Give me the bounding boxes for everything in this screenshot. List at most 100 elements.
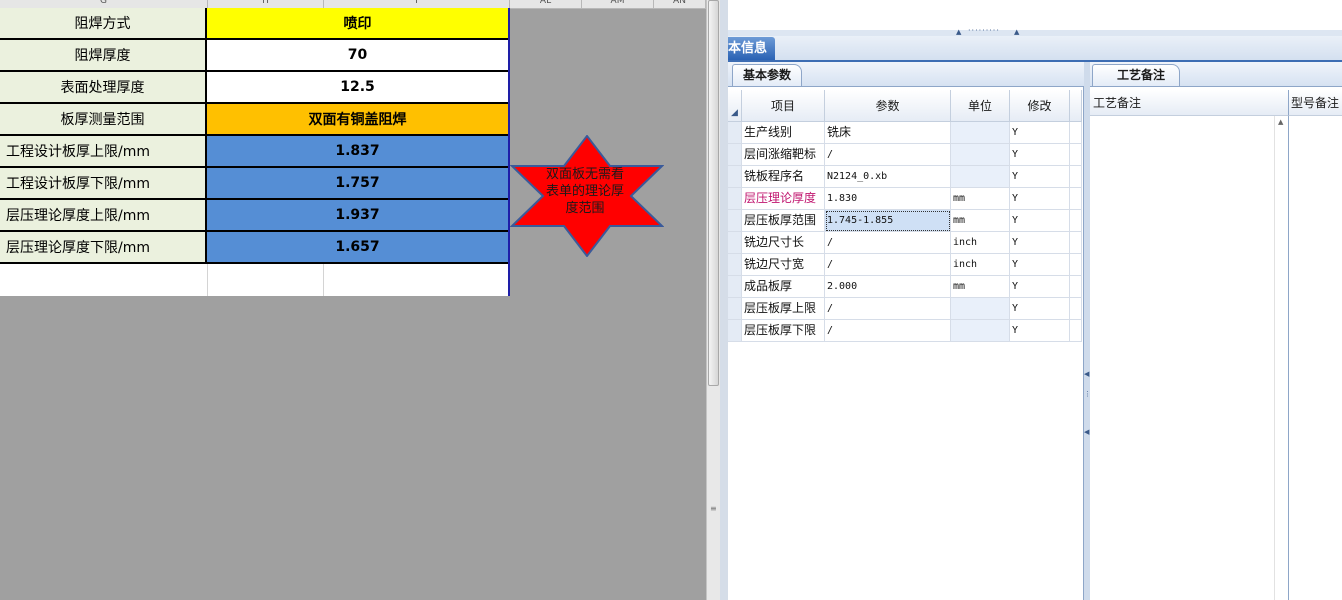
cell-param[interactable]: /: [825, 232, 951, 254]
row-value[interactable]: 1.837: [207, 136, 508, 168]
tab-basic-params[interactable]: 基本参数: [732, 64, 803, 86]
cell-unit[interactable]: [951, 166, 1010, 188]
cell-param[interactable]: /: [825, 254, 951, 276]
table-row[interactable]: 层压板厚上限 / Y: [728, 298, 1082, 320]
row-selector[interactable]: [728, 232, 742, 254]
cell-param-selected[interactable]: 1.745-1.855: [825, 210, 951, 232]
row-selector[interactable]: [728, 320, 742, 342]
column-header-al[interactable]: AL: [510, 0, 582, 8]
scrollbar-thumb[interactable]: [708, 0, 719, 386]
panel-splitter[interactable]: [720, 0, 728, 600]
row-label[interactable]: 层压理论厚度上限/mm: [0, 200, 207, 232]
cell-unit[interactable]: inch: [951, 232, 1010, 254]
cell-param[interactable]: /: [825, 298, 951, 320]
collapse-up-icon[interactable]: ▲: [956, 28, 961, 36]
table-row[interactable]: 层压理论厚度 1.830 mm Y: [728, 188, 1082, 210]
table-row[interactable]: 成品板厚 2.000 mm Y: [728, 276, 1082, 298]
cell-param[interactable]: N2124_0.xb: [825, 166, 951, 188]
collapse-up-icon[interactable]: ▲: [1014, 28, 1019, 36]
column-header-am[interactable]: AM: [582, 0, 654, 8]
process-notes-textarea[interactable]: [1090, 116, 1288, 600]
row-value[interactable]: 70: [207, 40, 508, 72]
table-row[interactable]: 铣板程序名 N2124_0.xb Y: [728, 166, 1082, 188]
vertical-scrollbar[interactable]: ≡: [706, 0, 720, 600]
row-label[interactable]: 层压理论厚度下限/mm: [0, 232, 207, 264]
cell-edit[interactable]: Y: [1010, 254, 1070, 276]
row-selector[interactable]: [728, 276, 742, 298]
cell-unit[interactable]: inch: [951, 254, 1010, 276]
cell-edit[interactable]: Y: [1010, 166, 1070, 188]
table-row[interactable]: 层压板厚范围 1.745-1.855 mm Y: [728, 210, 1082, 232]
row-label[interactable]: 表面处理厚度: [0, 72, 207, 104]
column-header-edit[interactable]: 修改: [1010, 90, 1070, 122]
cell-edit[interactable]: Y: [1010, 276, 1070, 298]
cell-edit[interactable]: Y: [1010, 144, 1070, 166]
column-header-unit[interactable]: 单位: [951, 90, 1010, 122]
cell-unit[interactable]: [951, 122, 1010, 144]
collapse-left-icon[interactable]: ◀: [1084, 428, 1089, 436]
column-header-param[interactable]: 参数: [825, 90, 951, 122]
cell-param[interactable]: 1.830: [825, 188, 951, 210]
row-label[interactable]: 阻焊方式: [0, 8, 207, 40]
cell-item[interactable]: 层压板厚上限: [742, 298, 825, 320]
cell-unit[interactable]: mm: [951, 188, 1010, 210]
cell-item[interactable]: 铣板程序名: [742, 166, 825, 188]
empty-cell[interactable]: [0, 264, 208, 296]
model-notes-textarea[interactable]: [1288, 116, 1342, 600]
cell-edit[interactable]: Y: [1010, 298, 1070, 320]
row-selector[interactable]: [728, 166, 742, 188]
tab-basic-info[interactable]: 本信息: [728, 37, 776, 60]
cell-item[interactable]: 层间涨缩靶标: [742, 144, 825, 166]
cell-item[interactable]: 成品板厚: [742, 276, 825, 298]
column-header-i[interactable]: I: [324, 0, 510, 8]
row-value[interactable]: 12.5: [207, 72, 508, 104]
cell-unit[interactable]: mm: [951, 276, 1010, 298]
column-header-h[interactable]: H: [208, 0, 324, 8]
cell-edit[interactable]: Y: [1010, 122, 1070, 144]
table-row[interactable]: 铣边尺寸长 / inch Y: [728, 232, 1082, 254]
cell-item[interactable]: 层压理论厚度: [742, 188, 825, 210]
table-row[interactable]: 层间涨缩靶标 / Y: [728, 144, 1082, 166]
row-value[interactable]: 喷印: [207, 8, 508, 40]
row-selector[interactable]: [728, 188, 742, 210]
column-header-process-notes[interactable]: 工艺备注: [1090, 90, 1288, 116]
table-row[interactable]: 层压板厚下限 / Y: [728, 320, 1082, 342]
row-label[interactable]: 板厚测量范围: [0, 104, 207, 136]
column-header-g[interactable]: G: [0, 0, 208, 8]
row-label[interactable]: 阻焊厚度: [0, 40, 207, 72]
cell-param[interactable]: /: [825, 320, 951, 342]
cell-unit[interactable]: [951, 144, 1010, 166]
cell-item[interactable]: 铣边尺寸宽: [742, 254, 825, 276]
column-header-model-notes[interactable]: 型号备注: [1288, 90, 1342, 116]
column-header-item[interactable]: 项目: [742, 90, 825, 122]
cell-item[interactable]: 生产线别: [742, 122, 825, 144]
table-row[interactable]: 生产线别 铣床 Y: [728, 122, 1082, 144]
row-label[interactable]: 工程设计板厚下限/mm: [0, 168, 207, 200]
table-row[interactable]: 铣边尺寸宽 / inch Y: [728, 254, 1082, 276]
cell-item[interactable]: 层压板厚下限: [742, 320, 825, 342]
cell-edit[interactable]: Y: [1010, 210, 1070, 232]
row-selector[interactable]: [728, 144, 742, 166]
column-header-an[interactable]: AN: [654, 0, 706, 8]
cell-edit[interactable]: Y: [1010, 188, 1070, 210]
row-value[interactable]: 1.757: [207, 168, 508, 200]
cell-unit[interactable]: [951, 320, 1010, 342]
tab-process-notes[interactable]: 工艺备注: [1092, 64, 1181, 86]
row-value[interactable]: 1.937: [207, 200, 508, 232]
grip-dots-icon[interactable]: ·········: [968, 26, 1000, 35]
row-selector[interactable]: [728, 254, 742, 276]
row-selector[interactable]: [728, 122, 742, 144]
cell-edit[interactable]: Y: [1010, 232, 1070, 254]
empty-cell[interactable]: [208, 264, 324, 296]
cell-param[interactable]: 2.000: [825, 276, 951, 298]
cell-unit[interactable]: mm: [951, 210, 1010, 232]
cell-item[interactable]: 层压板厚范围: [742, 210, 825, 232]
collapse-left-icon[interactable]: ◀: [1084, 370, 1089, 378]
cell-param[interactable]: /: [825, 144, 951, 166]
notes-scrollbar[interactable]: ▲: [1274, 116, 1289, 600]
row-value[interactable]: 1.657: [207, 232, 508, 264]
row-value[interactable]: 双面有铜盖阻焊: [207, 104, 508, 136]
row-selector[interactable]: [728, 298, 742, 320]
scroll-up-icon[interactable]: ▲: [1278, 118, 1283, 126]
row-selector[interactable]: [728, 210, 742, 232]
